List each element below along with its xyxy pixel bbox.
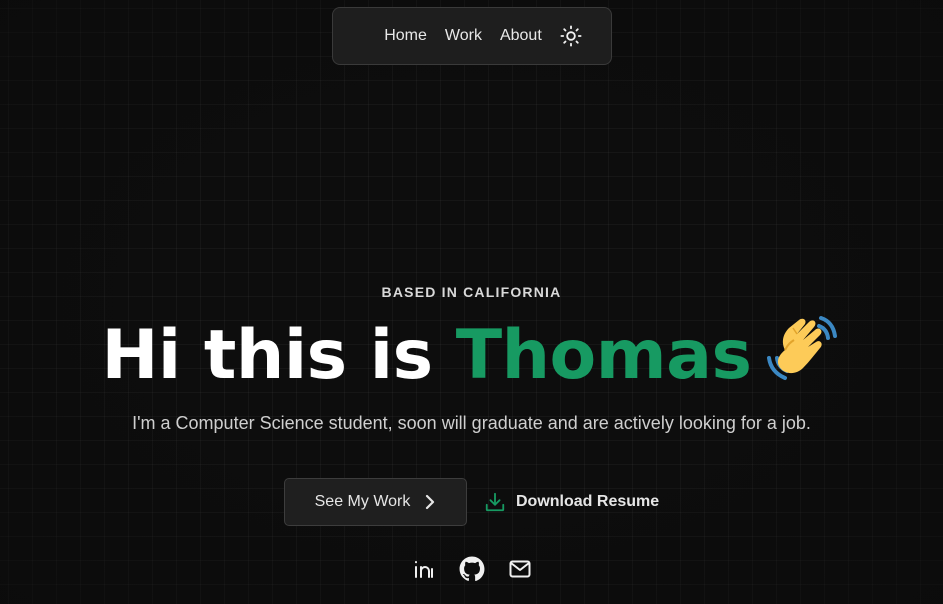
nav-link-about[interactable]: About — [500, 27, 542, 45]
email-link[interactable] — [507, 556, 533, 582]
top-navigation: Home Work About — [332, 7, 612, 65]
mail-icon — [509, 560, 530, 578]
linkedin-link[interactable] — [411, 556, 437, 582]
social-links — [0, 556, 943, 582]
github-icon — [459, 556, 484, 581]
hero-headline: Hi this is Thomas — [0, 312, 943, 397]
background-vignette — [0, 0, 943, 604]
nav-link-work[interactable]: Work — [445, 27, 482, 45]
headline-prefix: Hi this is — [101, 316, 456, 395]
see-my-work-label: See My Work — [314, 493, 411, 510]
nav-link-home[interactable]: Home — [384, 27, 427, 45]
chevron-right-icon — [426, 494, 435, 510]
download-icon — [485, 492, 505, 512]
headline-name: Thomas — [455, 316, 752, 395]
theme-toggle-button[interactable] — [559, 24, 583, 48]
sun-icon — [560, 25, 582, 47]
linkedin-icon — [414, 561, 433, 578]
hero-subtitle: I'm a Computer Science student, soon wil… — [132, 413, 811, 433]
download-resume-button[interactable]: Download Resume — [484, 478, 659, 526]
github-link[interactable] — [459, 556, 485, 582]
location-eyebrow: BASED IN CALIFORNIA — [381, 284, 562, 300]
see-my-work-button[interactable]: See My Work — [284, 478, 467, 526]
waving-hand-emoji-icon — [763, 312, 841, 384]
download-resume-label: Download Resume — [516, 493, 660, 510]
